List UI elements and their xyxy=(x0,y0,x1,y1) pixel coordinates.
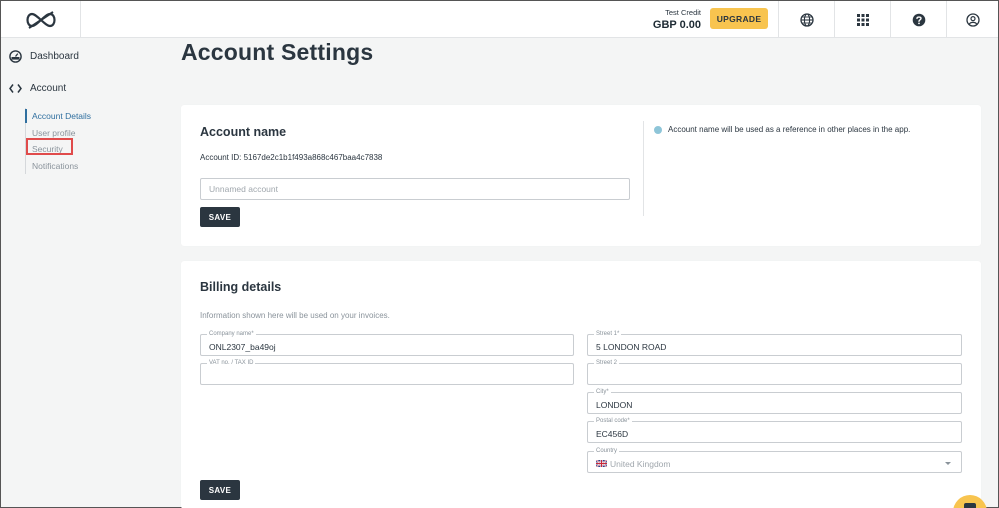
street1-field[interactable]: Street 1* 5 LONDON ROAD xyxy=(587,330,962,356)
upgrade-button[interactable]: UPGRADE xyxy=(710,8,768,29)
account-name-card: Account name Account ID: 5167de2c1b1f493… xyxy=(181,105,981,246)
country-select[interactable]: Country United Kingdom xyxy=(587,447,962,473)
city-value: LONDON xyxy=(596,400,633,410)
field-label: Street 2 xyxy=(594,359,620,367)
info-text: Account name will be used as a reference… xyxy=(668,125,911,134)
subnav-security[interactable]: Security xyxy=(26,141,91,158)
page-title: Account Settings xyxy=(181,39,374,65)
account-name-input[interactable] xyxy=(200,178,630,200)
field-label: Company name* xyxy=(207,330,256,338)
save-account-name-button[interactable]: SAVE xyxy=(200,207,240,227)
billing-subtitle: Information shown here will be used on y… xyxy=(200,311,390,320)
test-credit: Test Credit GBP 0.00 xyxy=(641,8,701,31)
account-id: Account ID: 5167de2c1b1f493a868c467baa4c… xyxy=(200,153,383,162)
field-label: City* xyxy=(594,388,611,396)
subnav-notifications[interactable]: Notifications xyxy=(26,158,91,175)
user-menu-button[interactable] xyxy=(946,1,998,38)
postal-code-value: EC456D xyxy=(596,429,629,439)
card-divider xyxy=(643,121,644,216)
code-brackets-icon xyxy=(9,84,22,93)
street1-value: 5 LONDON ROAD xyxy=(596,342,667,352)
field-label: Postal code* xyxy=(594,417,632,425)
city-field[interactable]: City* LONDON xyxy=(587,388,962,414)
chevron-down-icon xyxy=(945,462,951,465)
help-button[interactable] xyxy=(890,1,946,38)
field-label: Country xyxy=(594,447,620,455)
sidebar-item-dashboard[interactable]: Dashboard xyxy=(9,50,79,63)
company-name-field[interactable]: Company name* ONL2307_ba49oj xyxy=(200,330,574,356)
apps-button[interactable] xyxy=(834,1,890,38)
account-name-heading: Account name xyxy=(200,125,287,139)
billing-details-heading: Billing details xyxy=(200,280,282,294)
language-button[interactable] xyxy=(778,1,834,38)
field-label: Street 1* xyxy=(594,330,622,338)
company-name-value: ONL2307_ba49oj xyxy=(209,342,276,352)
subnav-account-details[interactable]: Account Details xyxy=(24,108,91,125)
logo[interactable] xyxy=(1,1,81,38)
info-icon xyxy=(654,125,662,134)
sidebar-item-account[interactable]: Account xyxy=(9,83,66,94)
postal-code-field[interactable]: Postal code* EC456D xyxy=(587,417,962,443)
save-billing-button[interactable]: SAVE xyxy=(200,480,240,500)
apps-grid-icon xyxy=(856,13,869,26)
chat-icon xyxy=(964,503,976,508)
logo-icon xyxy=(25,10,56,29)
account-subnav: Account Details User profile Security No… xyxy=(24,108,91,175)
field-label: VAT no. / TAX ID xyxy=(207,359,256,367)
subnav-user-profile[interactable]: User profile xyxy=(26,125,91,142)
top-bar: Test Credit GBP 0.00 UPGRADE xyxy=(1,1,998,38)
vat-field[interactable]: VAT no. / TAX ID xyxy=(200,359,574,385)
sidebar: Dashboard Account Account Details User p… xyxy=(1,38,171,508)
country-value: United Kingdom xyxy=(610,459,671,469)
user-account-icon xyxy=(965,12,980,27)
street2-field[interactable]: Street 2 xyxy=(587,359,962,385)
credit-balance: GBP 0.00 xyxy=(652,19,701,31)
account-name-info: Account name will be used as a reference… xyxy=(654,125,910,134)
credit-label: Test Credit xyxy=(665,8,701,17)
billing-details-card: Billing details Information shown here w… xyxy=(181,261,981,508)
uk-flag-icon xyxy=(596,460,607,467)
dashboard-gauge-icon xyxy=(9,50,22,63)
globe-icon xyxy=(799,12,814,27)
sidebar-item-label: Dashboard xyxy=(30,51,79,62)
help-icon xyxy=(912,13,925,26)
sidebar-item-label: Account xyxy=(30,83,67,94)
